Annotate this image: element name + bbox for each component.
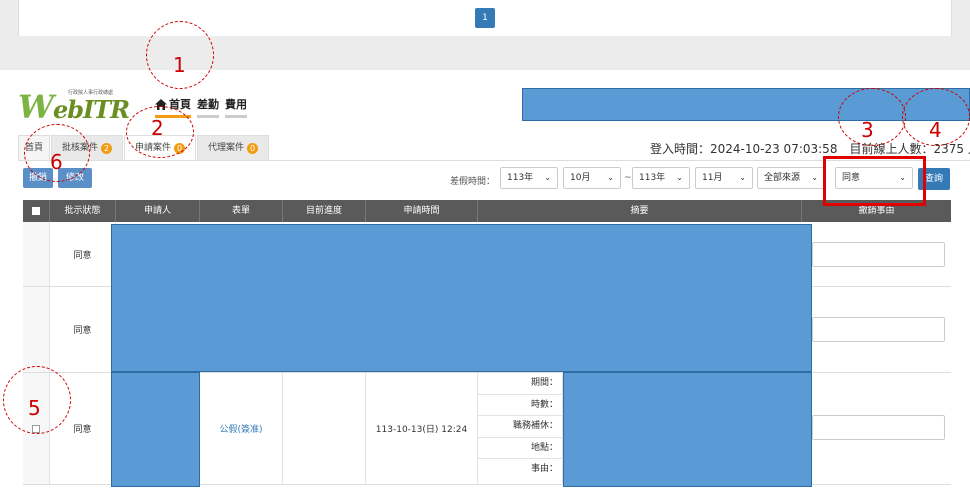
source-value: 全部來源 xyxy=(764,173,801,183)
header-applicant: 申請人 xyxy=(116,200,200,222)
summary-label-hours: 時數： xyxy=(478,395,562,417)
tab-proxy-badge: 0 xyxy=(247,142,259,154)
header-summary: 摘要 xyxy=(478,200,802,222)
header-progress: 目前進度 xyxy=(283,200,366,222)
header-form: 表單 xyxy=(200,200,283,222)
end-year-select[interactable]: 113年 ⌄ xyxy=(632,167,690,189)
nav-attendance-underline xyxy=(197,115,219,118)
redacted-applicant-block xyxy=(111,372,200,487)
row-select-cell xyxy=(23,222,50,286)
source-select[interactable]: 全部來源 ⌄ xyxy=(757,167,825,189)
redacted-summary-block xyxy=(563,372,812,487)
tab-approval-badge: 2 xyxy=(101,142,113,154)
row-progress xyxy=(283,373,366,484)
revoke-reason-input[interactable] xyxy=(812,317,945,342)
annotation-number-3: 3 xyxy=(861,118,874,142)
summary-label-location: 地點： xyxy=(478,438,562,460)
chevron-down-icon: ⌄ xyxy=(607,173,614,182)
redacted-details-block xyxy=(111,224,812,372)
range-separator: ~ xyxy=(624,173,632,183)
row-apply-time: 113-10-13(日) 12:24 xyxy=(366,373,478,484)
chevron-down-icon: ⌄ xyxy=(811,173,818,182)
nav-attendance-label: 差勤 xyxy=(197,98,219,111)
start-year-select[interactable]: 113年 ⌄ xyxy=(500,167,558,189)
row-select-cell xyxy=(23,287,50,372)
form-link[interactable]: 公假(簽准) xyxy=(219,422,262,435)
revoke-reason-input[interactable] xyxy=(812,242,945,267)
application-table: 批示狀態 申請人 表單 目前進度 申請時間 摘要 撤銷事由 同意 同意 同意 公… xyxy=(23,200,951,490)
nav-expense-underline xyxy=(225,115,247,118)
logo-brand-rest: ebITR xyxy=(52,95,130,124)
pagination-page-button[interactable]: 1 xyxy=(475,8,495,28)
chevron-down-icon: ⌄ xyxy=(739,173,746,182)
chevron-down-icon: ⌄ xyxy=(544,173,551,182)
tab-proxy-label: 代理案件 xyxy=(208,142,245,153)
end-year-value: 113年 xyxy=(639,173,666,183)
summary-label-reason: 事由： xyxy=(530,464,558,475)
annotation-number-2: 2 xyxy=(151,116,164,140)
leave-period-label: 差假時間： xyxy=(450,177,496,187)
tab-proxy-cases[interactable]: 代理案件 0 xyxy=(197,135,270,160)
nav-expense[interactable]: 費用 xyxy=(225,96,247,118)
chevron-down-icon: ⌄ xyxy=(676,173,683,182)
row-status: 同意 xyxy=(50,287,116,372)
start-month-value: 10月 xyxy=(570,173,591,183)
annotation-number-4: 4 xyxy=(929,118,942,142)
annotation-number-5: 5 xyxy=(28,396,41,420)
start-month-select[interactable]: 10月 ⌄ xyxy=(563,167,621,189)
select-all-cell xyxy=(23,200,50,222)
header-apply-time: 申請時間 xyxy=(366,200,478,222)
nav-attendance[interactable]: 差勤 xyxy=(197,96,219,118)
row-status: 同意 xyxy=(50,222,116,286)
annotation-number-1: 1 xyxy=(173,53,186,77)
nav-expense-label: 費用 xyxy=(225,98,247,111)
summary-label-period: 期間： xyxy=(478,373,562,395)
logo-subtitle: 行政院人事行政總處 xyxy=(68,90,114,96)
select-all-checkbox[interactable] xyxy=(32,207,40,215)
header-status: 批示狀態 xyxy=(50,200,116,222)
revoke-reason-input[interactable] xyxy=(812,415,945,440)
end-month-value: 11月 xyxy=(702,173,723,183)
table-header: 批示狀態 申請人 表單 目前進度 申請時間 摘要 撤銷事由 xyxy=(23,200,951,222)
end-month-select[interactable]: 11月 ⌄ xyxy=(695,167,753,189)
logo-brand-first: W xyxy=(18,88,54,126)
status-filter-highlight-box xyxy=(823,156,926,206)
annotation-number-6: 6 xyxy=(50,150,63,174)
start-year-value: 113年 xyxy=(507,173,534,183)
row-form: 公假(簽准) xyxy=(200,373,283,484)
summary-field-labels: 期間： 時數： 職務補休： 地點： 事由： xyxy=(478,373,563,484)
summary-label-comp-leave: 職務補休： xyxy=(478,416,562,438)
